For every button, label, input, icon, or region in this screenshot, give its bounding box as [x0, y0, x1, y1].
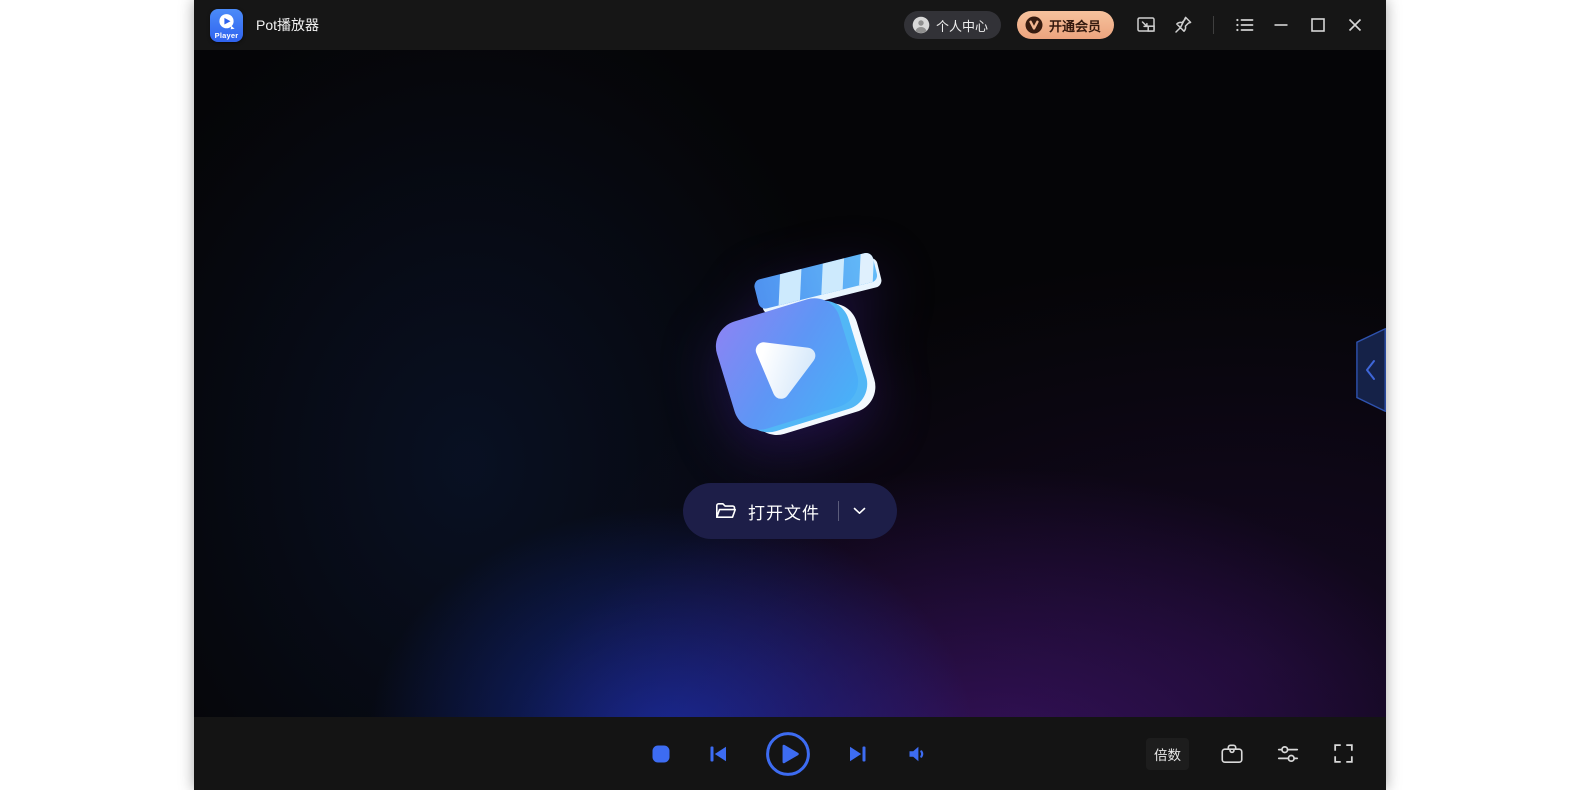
open-file-button[interactable]: 打开文件 [683, 483, 897, 539]
fullscreen-icon [1331, 741, 1356, 766]
close-icon [1344, 14, 1366, 36]
titlebar: Player Pot播放器 个人中心 [194, 0, 1386, 50]
stop-icon [651, 744, 671, 764]
personal-center-button[interactable]: 个人中心 [904, 11, 1001, 39]
volume-button[interactable] [905, 742, 929, 766]
app-logo-caption: Player [210, 31, 243, 40]
chevron-down-icon[interactable] [853, 507, 866, 515]
playlist-icon [1233, 14, 1255, 36]
button-separator [838, 501, 839, 521]
picture-in-picture-icon [1135, 14, 1157, 36]
transport-controls [651, 731, 929, 777]
titlebar-actions: 个人中心 开通会员 [904, 11, 1366, 39]
control-bar: 倍数 [194, 717, 1386, 790]
play-button[interactable] [765, 731, 811, 777]
secondary-controls: 倍数 [1146, 738, 1356, 770]
vip-badge-icon [1025, 16, 1043, 34]
toolbox-icon [1219, 741, 1245, 767]
side-panel-expand-tab[interactable] [1356, 328, 1386, 412]
video-canvas[interactable]: 打开文件 [194, 50, 1386, 717]
minimize-icon [1270, 14, 1292, 36]
player-window: Player Pot播放器 个人中心 [194, 0, 1386, 790]
play-icon [765, 731, 811, 777]
pin-icon [1172, 14, 1194, 36]
previous-track-icon [706, 742, 730, 766]
stop-button[interactable] [651, 744, 671, 764]
minimize-button[interactable] [1270, 14, 1292, 36]
playlist-button[interactable] [1233, 14, 1255, 36]
next-button[interactable] [846, 742, 870, 766]
volume-icon [905, 742, 929, 766]
playback-speed-button[interactable]: 倍数 [1146, 738, 1189, 770]
maximize-button[interactable] [1307, 14, 1329, 36]
desktop-background: Player Pot播放器 个人中心 [0, 0, 1580, 790]
clapperboard-illustration [695, 236, 885, 446]
membership-button[interactable]: 开通会员 [1017, 11, 1114, 39]
close-button[interactable] [1344, 14, 1366, 36]
sliders-icon [1275, 741, 1301, 767]
membership-label: 开通会员 [1049, 16, 1101, 35]
app-title: Pot播放器 [256, 15, 319, 35]
toolbox-button[interactable] [1219, 741, 1245, 767]
settings-sliders-button[interactable] [1275, 741, 1301, 767]
folder-open-icon [714, 501, 738, 521]
titlebar-divider [1213, 16, 1214, 34]
open-file-label: 打开文件 [748, 499, 820, 524]
user-avatar-icon [912, 16, 930, 34]
pin-on-top-button[interactable] [1172, 14, 1194, 36]
next-track-icon [846, 742, 870, 766]
maximize-icon [1307, 14, 1329, 36]
fullscreen-button[interactable] [1331, 741, 1356, 766]
personal-center-label: 个人中心 [936, 16, 988, 35]
previous-button[interactable] [706, 742, 730, 766]
mini-mode-button[interactable] [1135, 14, 1157, 36]
app-logo-icon: Player [210, 9, 243, 42]
